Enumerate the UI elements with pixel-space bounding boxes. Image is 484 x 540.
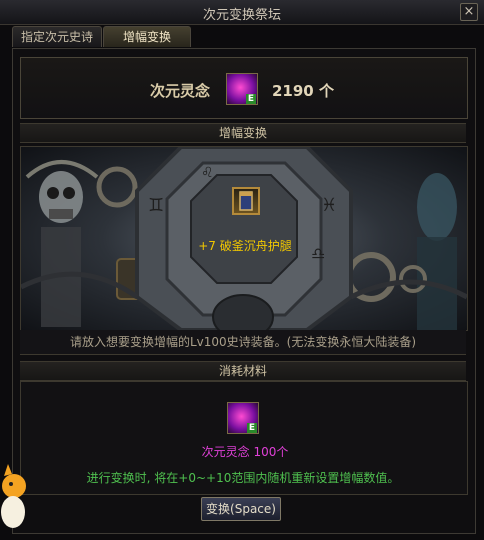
svg-text:♎: ♎ xyxy=(311,244,325,263)
transform-hint: 请放入想要变换增幅的Lv100史诗装备。(无法变换永恒大陆装备) xyxy=(20,330,466,355)
dimension-spirit-material-icon: E xyxy=(227,402,259,434)
transform-button[interactable]: 变换(Space) xyxy=(201,497,281,521)
mascot-icon xyxy=(1,464,26,528)
material-cost: 次元灵念 100个 xyxy=(201,445,289,459)
tab-amplify-transform[interactable]: 增幅变换 xyxy=(103,26,191,47)
svg-text:♓: ♓ xyxy=(321,195,337,216)
resource-count: 2190 个 xyxy=(272,82,334,100)
close-button[interactable]: × xyxy=(460,3,478,21)
item-grade-badge: E xyxy=(246,423,257,433)
item-grade-badge: E xyxy=(245,94,256,104)
svg-text:♌: ♌ xyxy=(201,165,214,181)
resource-name: 次元灵念 xyxy=(150,82,211,100)
transform-note: 进行变换时, 将在+0~+10范围内随机重新设置增幅数值。 xyxy=(86,471,400,485)
transform-section-header: 增幅变换 xyxy=(20,123,466,143)
svg-text:♊: ♊ xyxy=(148,195,164,216)
materials-section-header: 消耗材料 xyxy=(20,361,466,381)
title-bar: 次元变换祭坛 × xyxy=(0,0,484,25)
equipment-slot[interactable] xyxy=(232,187,260,215)
window-title: 次元变换祭坛 xyxy=(202,8,281,23)
equipment-name: +7 破釜沉舟护腿 xyxy=(198,239,292,253)
dimension-spirit-icon: E xyxy=(226,73,258,105)
leg-armor-icon xyxy=(239,191,253,211)
tab-designated-epic[interactable]: 指定次元史诗 xyxy=(12,26,102,47)
